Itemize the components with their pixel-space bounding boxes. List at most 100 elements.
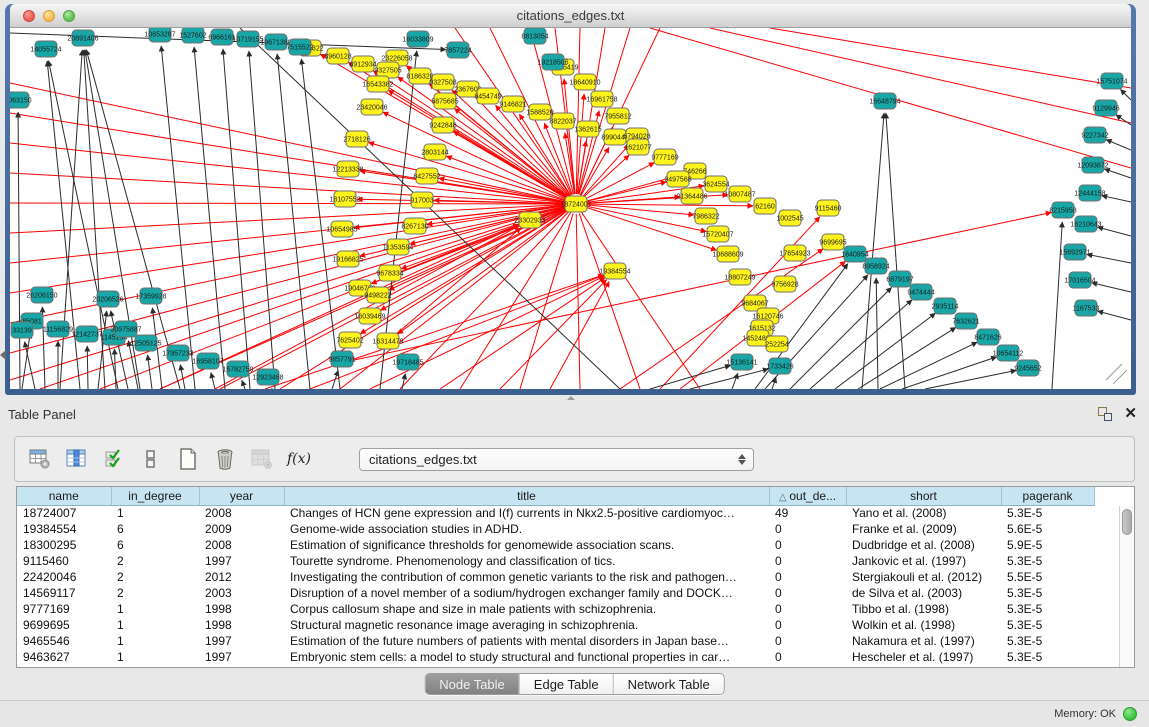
graph-node[interactable]: 10688609 (712, 246, 743, 262)
graph-node[interactable]: 18724007 (560, 196, 591, 212)
graph-node[interactable]: 1621077 (624, 139, 651, 155)
graph-node[interactable]: 17654923 (779, 245, 810, 261)
vertical-scrollbar[interactable] (1119, 506, 1134, 667)
graph-node[interactable]: 62160 (754, 198, 776, 214)
graph-node[interactable]: 7857224 (444, 42, 471, 58)
graph-node[interactable]: 17359928 (135, 288, 166, 304)
network-graph-canvas[interactable]: 7463822896012889129342322605893275051654… (10, 28, 1131, 389)
graph-node[interactable]: 1527602 (179, 28, 206, 43)
table-row[interactable]: 969969511998Structural magnetic resonanc… (17, 617, 1118, 633)
graph-node[interactable]: 8960128 (324, 48, 351, 64)
graph-node[interactable]: 3624554 (702, 176, 729, 192)
graph-node[interactable]: 10653287 (144, 28, 175, 42)
window-titlebar[interactable]: citations_edges.txt (10, 4, 1131, 28)
graph-node[interactable]: 2718126 (343, 131, 370, 147)
graph-node[interactable]: 9227342 (1081, 127, 1108, 143)
tab-network-table[interactable]: Network Table (613, 674, 724, 694)
graph-node[interactable]: 8215958 (1049, 202, 1076, 218)
graph-node[interactable]: 8958924 (862, 258, 889, 274)
table-source-select[interactable]: citations_edges.txt (359, 448, 754, 471)
select-all-rows-icon[interactable] (101, 446, 127, 472)
graph-node[interactable]: 14055724 (30, 41, 61, 57)
graph-node[interactable]: 9474444 (907, 284, 934, 300)
column-header-title[interactable]: title (284, 487, 769, 505)
graph-node[interactable]: 9146821 (499, 96, 526, 112)
graph-node[interactable]: 1733426 (766, 358, 793, 374)
graph-node[interactable]: 15720407 (702, 226, 733, 242)
graph-node[interactable]: 1640954 (841, 246, 868, 262)
graph-node[interactable]: 8822037 (549, 113, 576, 129)
graph-node[interactable]: 9497568 (664, 171, 691, 187)
graph-node[interactable]: 12505125 (130, 335, 161, 351)
graph-node[interactable]: 11353594 (383, 239, 414, 255)
graph-node[interactable]: 9115460 (815, 200, 842, 216)
graph-node[interactable]: 8912934 (349, 56, 376, 72)
graph-node[interactable]: 17957233 (162, 345, 193, 361)
graph-node[interactable]: 16782759 (222, 361, 253, 377)
graph-node[interactable]: 23302933 (514, 212, 545, 228)
graph-node[interactable]: 11156829 (43, 321, 73, 337)
graph-node[interactable]: 9699695 (819, 234, 846, 250)
graph-node[interactable]: 12213338 (332, 161, 363, 177)
float-panel-icon[interactable] (1098, 407, 1112, 421)
graph-node[interactable]: 9242848 (429, 117, 456, 133)
graph-node[interactable]: 20891406 (67, 30, 98, 46)
graph-node[interactable]: 9678334 (376, 265, 403, 281)
graph-node[interactable]: 9498222 (364, 287, 391, 303)
graph-node[interactable]: 26206150 (26, 287, 57, 303)
graph-node[interactable]: 21364486 (676, 188, 707, 204)
function-builder-icon[interactable]: f(x) (286, 446, 312, 472)
graph-node[interactable]: 30975887 (110, 321, 141, 337)
table-mode-icon[interactable] (27, 446, 53, 472)
table-row[interactable]: 911546021997Tourette syndrome. Phenomeno… (17, 553, 1118, 569)
graph-node[interactable]: 23420046 (356, 99, 387, 115)
graph-node[interactable]: 15751074 (1096, 73, 1127, 89)
graph-node[interactable]: 17016504 (1064, 272, 1095, 288)
graph-node[interactable]: 252254 (765, 336, 788, 352)
column-header-in_degree[interactable]: in_degree (111, 487, 199, 505)
graph-node[interactable]: 18107552 (329, 191, 360, 207)
graph-node[interactable]: 10719155 (232, 31, 263, 47)
graph-node[interactable]: 2935114 (932, 298, 959, 314)
graph-node[interactable]: 16039469 (354, 308, 385, 324)
column-header-name[interactable]: name (17, 487, 111, 505)
column-header-year[interactable]: year (199, 487, 284, 505)
table-row[interactable]: 946362711997Embryonic stem cells: a mode… (17, 649, 1118, 665)
graph-node[interactable]: 9327508 (429, 74, 456, 90)
graph-node[interactable]: 1167533 (1073, 300, 1100, 316)
graph-node[interactable]: 9756928 (771, 276, 798, 292)
graph-node[interactable]: 9245652 (1014, 360, 1041, 376)
merge-rows-icon[interactable] (138, 446, 164, 472)
graph-node[interactable]: 8471626 (974, 329, 1001, 345)
graph-node[interactable]: 10654112 (993, 345, 1024, 361)
graph-node[interactable]: 12093872 (1077, 157, 1108, 173)
table-row[interactable]: 1938455462009Genome-wide association stu… (17, 521, 1118, 537)
graph-node[interactable]: 19718485 (392, 354, 423, 370)
graph-node[interactable]: 16033809 (402, 31, 433, 47)
graph-node[interactable]: 5875685 (431, 93, 458, 109)
table-row[interactable]: 1830029562008Estimation of significance … (17, 537, 1118, 553)
graph-node[interactable]: 9857791 (328, 351, 355, 367)
graph-node[interactable]: 12142737 (71, 326, 102, 342)
graph-node[interactable]: 7955812 (604, 108, 631, 124)
tab-edge-table[interactable]: Edge Table (519, 674, 613, 694)
graph-node[interactable]: 19218506 (537, 54, 568, 70)
graph-node[interactable]: 8813054 (521, 28, 548, 44)
graph-node[interactable]: 2803144 (421, 144, 448, 160)
graph-node[interactable]: 19166825 (332, 251, 363, 267)
graph-node[interactable]: 6879197 (886, 271, 913, 287)
graph-node[interactable]: 18640910 (569, 74, 600, 90)
tab-node-table[interactable]: Node Table (425, 674, 519, 694)
new-column-icon[interactable] (175, 446, 201, 472)
graph-node[interactable]: 7632621 (952, 313, 979, 329)
graph-node[interactable]: 917003 (410, 192, 433, 208)
network-view-window[interactable]: citations_edges.txt 74638228960128891293… (5, 4, 1136, 395)
graph-node[interactable]: 8427552 (413, 168, 440, 184)
graph-node[interactable]: 19384554 (599, 263, 630, 279)
graph-node[interactable]: 7515522 (286, 39, 313, 55)
graph-node[interactable]: 9777169 (651, 149, 678, 165)
column-header-pagerank[interactable]: pagerank (1001, 487, 1094, 505)
table-row[interactable]: 946554611997Estimation of the future num… (17, 633, 1118, 649)
graph-node[interactable]: 18807249 (724, 269, 755, 285)
graph-node[interactable]: 16958107 (192, 353, 223, 369)
